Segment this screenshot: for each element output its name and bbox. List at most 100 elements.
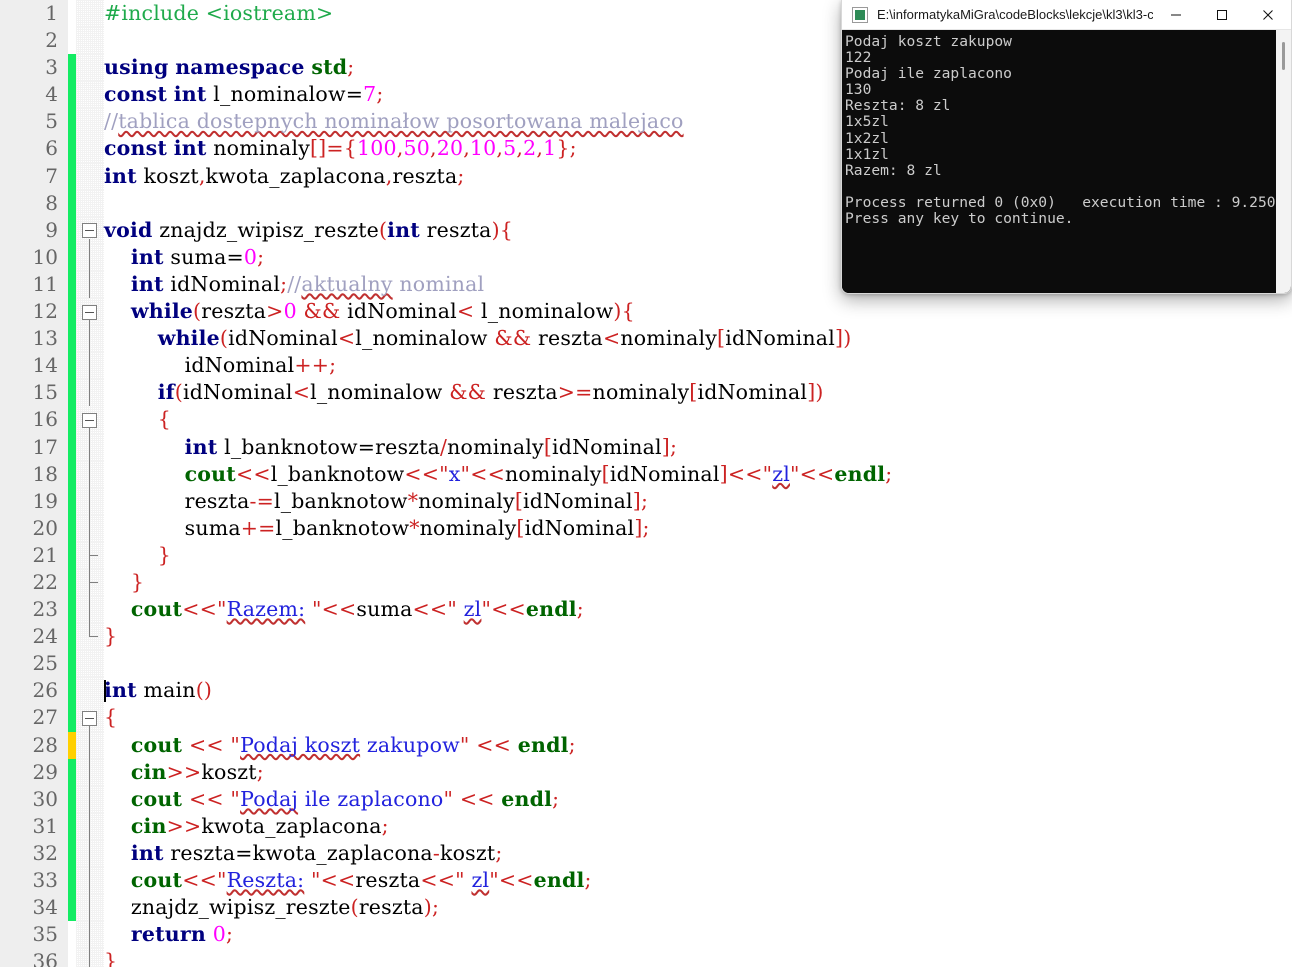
fold-collapse-icon[interactable] bbox=[82, 710, 97, 726]
fold-column[interactable] bbox=[76, 189, 104, 217]
fold-column[interactable] bbox=[76, 704, 104, 733]
code-text[interactable]: reszta-=l_banknotow*nominaly[idNominal]; bbox=[104, 488, 648, 515]
code-text[interactable]: //tablica dostepnych nominałow posortowa… bbox=[104, 108, 684, 135]
fold-column[interactable] bbox=[76, 623, 104, 651]
fold-column[interactable] bbox=[76, 758, 104, 786]
code-text[interactable]: int l_banknotow=reszta/nominaly[idNomina… bbox=[104, 434, 677, 461]
fold-collapse-icon[interactable] bbox=[82, 304, 97, 320]
code-line[interactable]: 36} bbox=[0, 948, 1292, 967]
code-text[interactable]: int reszta=kwota_zaplacona-koszt; bbox=[104, 840, 502, 867]
code-line[interactable]: 17 int l_banknotow=reszta/nominaly[idNom… bbox=[0, 433, 1292, 461]
fold-column[interactable] bbox=[76, 514, 104, 542]
code-line[interactable]: 32 int reszta=kwota_zaplacona-koszt; bbox=[0, 839, 1292, 867]
code-line[interactable]: 35 return 0; bbox=[0, 921, 1292, 949]
code-line[interactable]: 29 cin>>koszt; bbox=[0, 758, 1292, 786]
code-line[interactable]: 33 cout<<"Reszta: "<<reszta<<" zl"<<endl… bbox=[0, 867, 1292, 895]
code-text[interactable]: int main() bbox=[104, 677, 212, 704]
fold-column[interactable] bbox=[76, 135, 104, 163]
fold-column[interactable] bbox=[76, 839, 104, 867]
code-line[interactable]: 31 cin>>kwota_zaplacona; bbox=[0, 812, 1292, 840]
fold-column[interactable] bbox=[76, 677, 104, 705]
fold-column[interactable] bbox=[76, 650, 104, 678]
code-line[interactable]: 23 cout<<"Razem: "<<suma<<" zl"<<endl; bbox=[0, 596, 1292, 624]
fold-column[interactable] bbox=[76, 216, 104, 245]
fold-column[interactable] bbox=[76, 406, 104, 435]
code-text[interactable]: cout << "Podaj ile zaplacono" << endl; bbox=[104, 786, 559, 813]
code-text[interactable]: { bbox=[104, 406, 171, 433]
fold-column[interactable] bbox=[76, 379, 104, 407]
code-text[interactable]: cout << "Podaj koszt zakupow" << endl; bbox=[104, 732, 576, 759]
code-text[interactable]: } bbox=[104, 948, 117, 967]
minimize-button[interactable] bbox=[1153, 0, 1199, 30]
code-line[interactable]: 22 } bbox=[0, 568, 1292, 597]
code-line[interactable]: 27 { bbox=[0, 704, 1292, 733]
fold-column[interactable] bbox=[76, 81, 104, 109]
code-text[interactable]: #include <iostream> bbox=[104, 0, 333, 27]
fold-column[interactable] bbox=[76, 487, 104, 515]
code-line[interactable]: 12 while(reszta>0 && idNominal< l_nomina… bbox=[0, 298, 1292, 327]
code-line[interactable]: 28 cout << "Podaj koszt zakupow" << endl… bbox=[0, 731, 1292, 759]
window-controls[interactable] bbox=[1153, 0, 1291, 30]
code-text[interactable]: if(idNominal<l_nominalow && reszta>=nomi… bbox=[104, 379, 824, 406]
close-button[interactable] bbox=[1245, 0, 1291, 30]
code-text[interactable]: cin>>koszt; bbox=[104, 759, 264, 786]
code-text[interactable]: } bbox=[104, 569, 144, 596]
fold-column[interactable] bbox=[76, 568, 104, 597]
fold-column[interactable] bbox=[76, 460, 104, 488]
fold-column[interactable] bbox=[76, 27, 104, 55]
fold-column[interactable] bbox=[76, 731, 104, 759]
code-text[interactable]: int koszt,kwota_zaplacona,reszta; bbox=[104, 163, 464, 190]
console-scrollbar-thumb[interactable] bbox=[1282, 42, 1285, 70]
code-line[interactable]: 25 bbox=[0, 650, 1292, 678]
fold-column[interactable] bbox=[76, 894, 104, 922]
fold-column[interactable] bbox=[76, 596, 104, 624]
fold-column[interactable] bbox=[76, 270, 104, 299]
code-line[interactable]: 15 if(idNominal<l_nominalow && reszta>=n… bbox=[0, 379, 1292, 407]
fold-column[interactable] bbox=[76, 298, 104, 327]
code-text[interactable]: int suma=0; bbox=[104, 244, 264, 271]
fold-column[interactable] bbox=[76, 0, 104, 28]
fold-column[interactable] bbox=[76, 541, 104, 569]
code-line[interactable]: 26 int main() bbox=[0, 677, 1292, 705]
code-text[interactable]: return 0; bbox=[104, 921, 233, 948]
code-text[interactable]: cout<<"Razem: "<<suma<<" zl"<<endl; bbox=[104, 596, 584, 623]
maximize-button[interactable] bbox=[1199, 0, 1245, 30]
fold-column[interactable] bbox=[76, 812, 104, 840]
fold-column[interactable] bbox=[76, 162, 104, 190]
code-line[interactable]: 18 cout<<l_banknotow<<"x"<<nominaly[idNo… bbox=[0, 460, 1292, 488]
fold-column[interactable] bbox=[76, 921, 104, 949]
code-text[interactable]: const int nominaly[]={100,50,20,10,5,2,1… bbox=[104, 135, 577, 162]
console-window[interactable]: E:\informatykaMiGra\codeBlocks\lekcje\kl… bbox=[841, 0, 1292, 294]
code-line[interactable]: 13 while(idNominal<l_nominalow && reszta… bbox=[0, 325, 1292, 353]
code-text[interactable]: cout<<l_banknotow<<"x"<<nominaly[idNomin… bbox=[104, 461, 893, 488]
code-text[interactable]: cin>>kwota_zaplacona; bbox=[104, 813, 389, 840]
code-line[interactable]: 30 cout << "Podaj ile zaplacono" << endl… bbox=[0, 785, 1292, 813]
console-titlebar[interactable]: E:\informatykaMiGra\codeBlocks\lekcje\kl… bbox=[842, 0, 1291, 30]
code-line[interactable]: 14 idNominal++; bbox=[0, 352, 1292, 380]
code-text[interactable]: cout<<"Reszta: "<<reszta<<" zl"<<endl; bbox=[104, 867, 592, 894]
code-line[interactable]: 19 reszta-=l_banknotow*nominaly[idNomina… bbox=[0, 487, 1292, 515]
code-text[interactable]: void znajdz_wipisz_reszte(int reszta){ bbox=[104, 217, 513, 244]
fold-column[interactable] bbox=[76, 433, 104, 461]
fold-column[interactable] bbox=[76, 352, 104, 380]
code-text[interactable]: znajdz_wipisz_reszte(reszta); bbox=[104, 894, 439, 921]
code-text[interactable]: while(reszta>0 && idNominal< l_nominalow… bbox=[104, 298, 635, 325]
code-line[interactable]: 21 } bbox=[0, 541, 1292, 569]
fold-column[interactable] bbox=[76, 54, 104, 82]
code-line[interactable]: 16 { bbox=[0, 406, 1292, 435]
fold-column[interactable] bbox=[76, 325, 104, 353]
code-text[interactable]: { bbox=[104, 704, 117, 731]
fold-column[interactable] bbox=[76, 867, 104, 895]
code-line[interactable]: 34 znajdz_wipisz_reszte(reszta); bbox=[0, 894, 1292, 922]
code-text[interactable]: idNominal++; bbox=[104, 352, 336, 379]
fold-column[interactable] bbox=[76, 108, 104, 136]
code-text[interactable]: } bbox=[104, 542, 171, 569]
code-text[interactable]: using namespace std; bbox=[104, 54, 354, 81]
code-text[interactable]: } bbox=[104, 623, 117, 650]
console-scrollbar[interactable] bbox=[1276, 30, 1291, 293]
console-output[interactable]: Podaj koszt zakupow 122 Podaj ile zaplacon… bbox=[842, 30, 1291, 293]
fold-column[interactable] bbox=[76, 243, 104, 271]
code-text[interactable]: int idNominal;//aktualny nominal bbox=[104, 271, 484, 298]
code-text[interactable]: while(idNominal<l_nominalow && reszta<no… bbox=[104, 325, 851, 352]
code-text[interactable]: suma+=l_banknotow*nominaly[idNominal]; bbox=[104, 515, 650, 542]
